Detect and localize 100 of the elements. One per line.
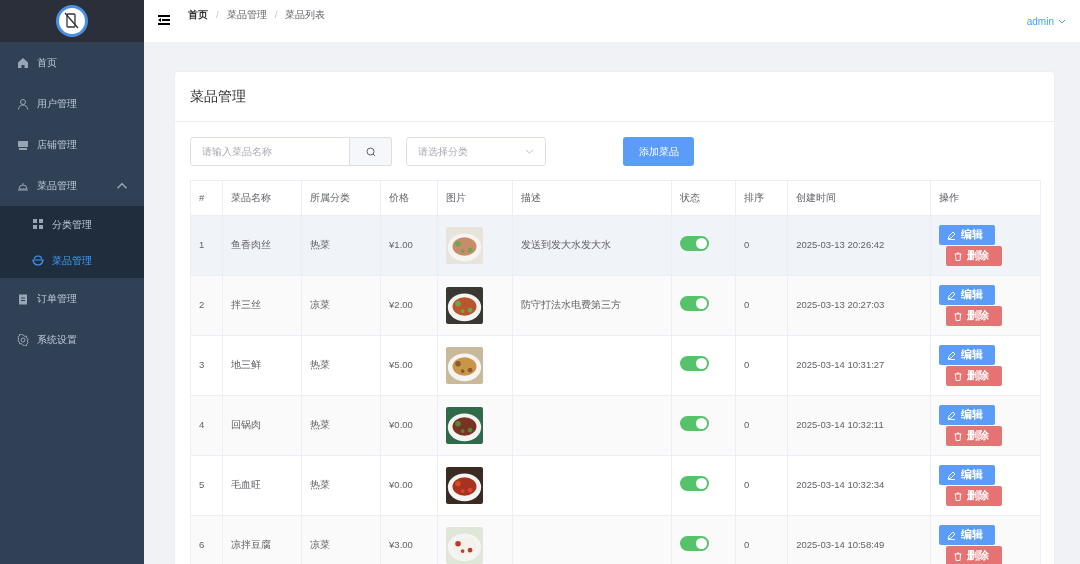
category-cell: 热菜 <box>301 335 381 396</box>
category-cell: 热菜 <box>301 455 381 516</box>
trash-icon <box>954 371 963 381</box>
breadcrumb-separator: / <box>216 8 219 22</box>
category-cell: 热菜 <box>301 215 381 276</box>
sort-cell: 0 <box>735 275 788 336</box>
category-select[interactable]: 请选择分类 <box>406 137 546 166</box>
breadcrumb-link[interactable]: 菜品管理 <box>226 8 267 23</box>
category-cell: 热菜 <box>301 395 381 456</box>
sort-cell: 0 <box>735 395 788 456</box>
menu-item[interactable]: 首页 <box>0 42 144 83</box>
user-icon <box>17 97 29 110</box>
edit-button[interactable]: 编辑 <box>939 525 996 545</box>
delete-button[interactable]: 删除 <box>946 486 1003 506</box>
sort-cell: 0 <box>735 515 788 564</box>
column-header: 菜品名称 <box>222 180 302 216</box>
created-time: 2025-03-13 20:26:42 <box>787 215 931 276</box>
sort-cell: 0 <box>735 215 788 276</box>
trash-icon <box>954 491 963 501</box>
status-toggle[interactable] <box>679 475 709 491</box>
trash-icon <box>954 551 963 561</box>
chevron-down-icon <box>1058 19 1066 24</box>
pencil-icon <box>947 470 957 480</box>
pencil-icon <box>947 410 957 420</box>
edit-button[interactable]: 编辑 <box>939 405 996 425</box>
menu-item[interactable]: 用户管理 <box>0 83 144 124</box>
settings-icon <box>17 333 29 346</box>
row-index: 1 <box>190 215 223 276</box>
menu-item[interactable]: 菜品管理 <box>0 165 144 206</box>
edit-button[interactable]: 编辑 <box>939 345 996 365</box>
row-index: 4 <box>190 395 223 456</box>
status-toggle[interactable] <box>679 535 709 551</box>
row-index: 6 <box>190 515 223 564</box>
status-toggle[interactable] <box>679 355 709 371</box>
dish-name: 凉拌豆腐 <box>222 515 302 564</box>
user-menu[interactable]: admin <box>1026 14 1066 29</box>
row-index: 5 <box>190 455 223 516</box>
dish-name: 拌三丝 <box>222 275 302 336</box>
delete-button[interactable]: 删除 <box>946 366 1003 386</box>
pencil-icon <box>947 530 957 540</box>
grid-icon <box>32 218 44 230</box>
chevron-down-icon <box>525 149 534 154</box>
bowl-icon <box>32 254 44 266</box>
price-cell: ¥0.00 <box>380 455 438 516</box>
submenu-item[interactable]: 分类管理 <box>0 206 144 242</box>
home-icon <box>17 56 29 69</box>
column-header: 状态 <box>671 180 736 216</box>
status-toggle[interactable] <box>679 235 709 251</box>
menu-item[interactable]: 系统设置 <box>0 319 144 360</box>
dish-name: 毛血旺 <box>222 455 302 516</box>
menu-item[interactable]: 订单管理 <box>0 278 144 319</box>
menu-icon[interactable] <box>158 15 170 25</box>
created-time: 2025-03-13 20:27:03 <box>787 275 931 336</box>
clipboard-icon <box>17 292 29 305</box>
sort-cell: 0 <box>735 455 788 516</box>
delete-button[interactable]: 删除 <box>946 426 1003 446</box>
dish-name: 鱼香肉丝 <box>222 215 302 276</box>
category-cell: 凉菜 <box>301 275 381 336</box>
price-cell: ¥0.00 <box>380 395 438 456</box>
pencil-icon <box>947 290 957 300</box>
delete-button[interactable]: 删除 <box>946 246 1003 266</box>
column-header: 价格 <box>380 180 438 216</box>
created-time: 2025-03-14 10:58:49 <box>787 515 931 564</box>
breadcrumb-separator: / <box>274 8 278 22</box>
breadcrumb-link[interactable]: 首页 <box>188 8 208 23</box>
column-header: 排序 <box>735 180 788 216</box>
price-cell: ¥3.00 <box>380 515 438 564</box>
description-cell: 防守打法水电费第三方 <box>512 275 672 336</box>
status-toggle[interactable] <box>679 295 709 311</box>
edit-button[interactable]: 编辑 <box>939 225 996 245</box>
price-cell: ¥5.00 <box>380 335 438 396</box>
add-dish-button[interactable]: 添加菜品 <box>623 137 694 166</box>
delete-button[interactable]: 删除 <box>946 306 1003 326</box>
edit-button[interactable]: 编辑 <box>939 465 996 485</box>
menu-item[interactable]: 店铺管理 <box>0 124 144 165</box>
pencil-icon <box>947 230 957 240</box>
trash-icon <box>954 311 963 321</box>
column-header: 创建时间 <box>787 180 931 216</box>
search-button[interactable] <box>350 137 392 166</box>
shop-icon <box>17 138 29 151</box>
pencil-icon <box>947 350 957 360</box>
column-header: # <box>190 180 223 216</box>
delete-button[interactable]: 删除 <box>946 546 1003 564</box>
created-time: 2025-03-14 10:32:34 <box>787 455 931 516</box>
search-icon <box>365 146 376 157</box>
created-time: 2025-03-14 10:31:27 <box>787 335 931 396</box>
status-toggle[interactable] <box>679 415 709 431</box>
row-index: 3 <box>190 335 223 396</box>
search-field[interactable]: 请输入菜品名称 <box>190 137 350 166</box>
column-header: 描述 <box>512 180 672 216</box>
column-header: 操作 <box>930 180 1041 216</box>
trash-icon <box>954 431 963 441</box>
column-header: 所属分类 <box>301 180 381 216</box>
price-cell: ¥1.00 <box>380 215 438 276</box>
sort-cell: 0 <box>735 335 788 396</box>
submenu-item[interactable]: 菜品管理 <box>0 242 144 278</box>
category-cell: 凉菜 <box>301 515 381 564</box>
edit-button[interactable]: 编辑 <box>939 285 996 305</box>
card-title: 菜品管理 <box>175 72 1054 122</box>
logo-icon <box>56 5 88 37</box>
